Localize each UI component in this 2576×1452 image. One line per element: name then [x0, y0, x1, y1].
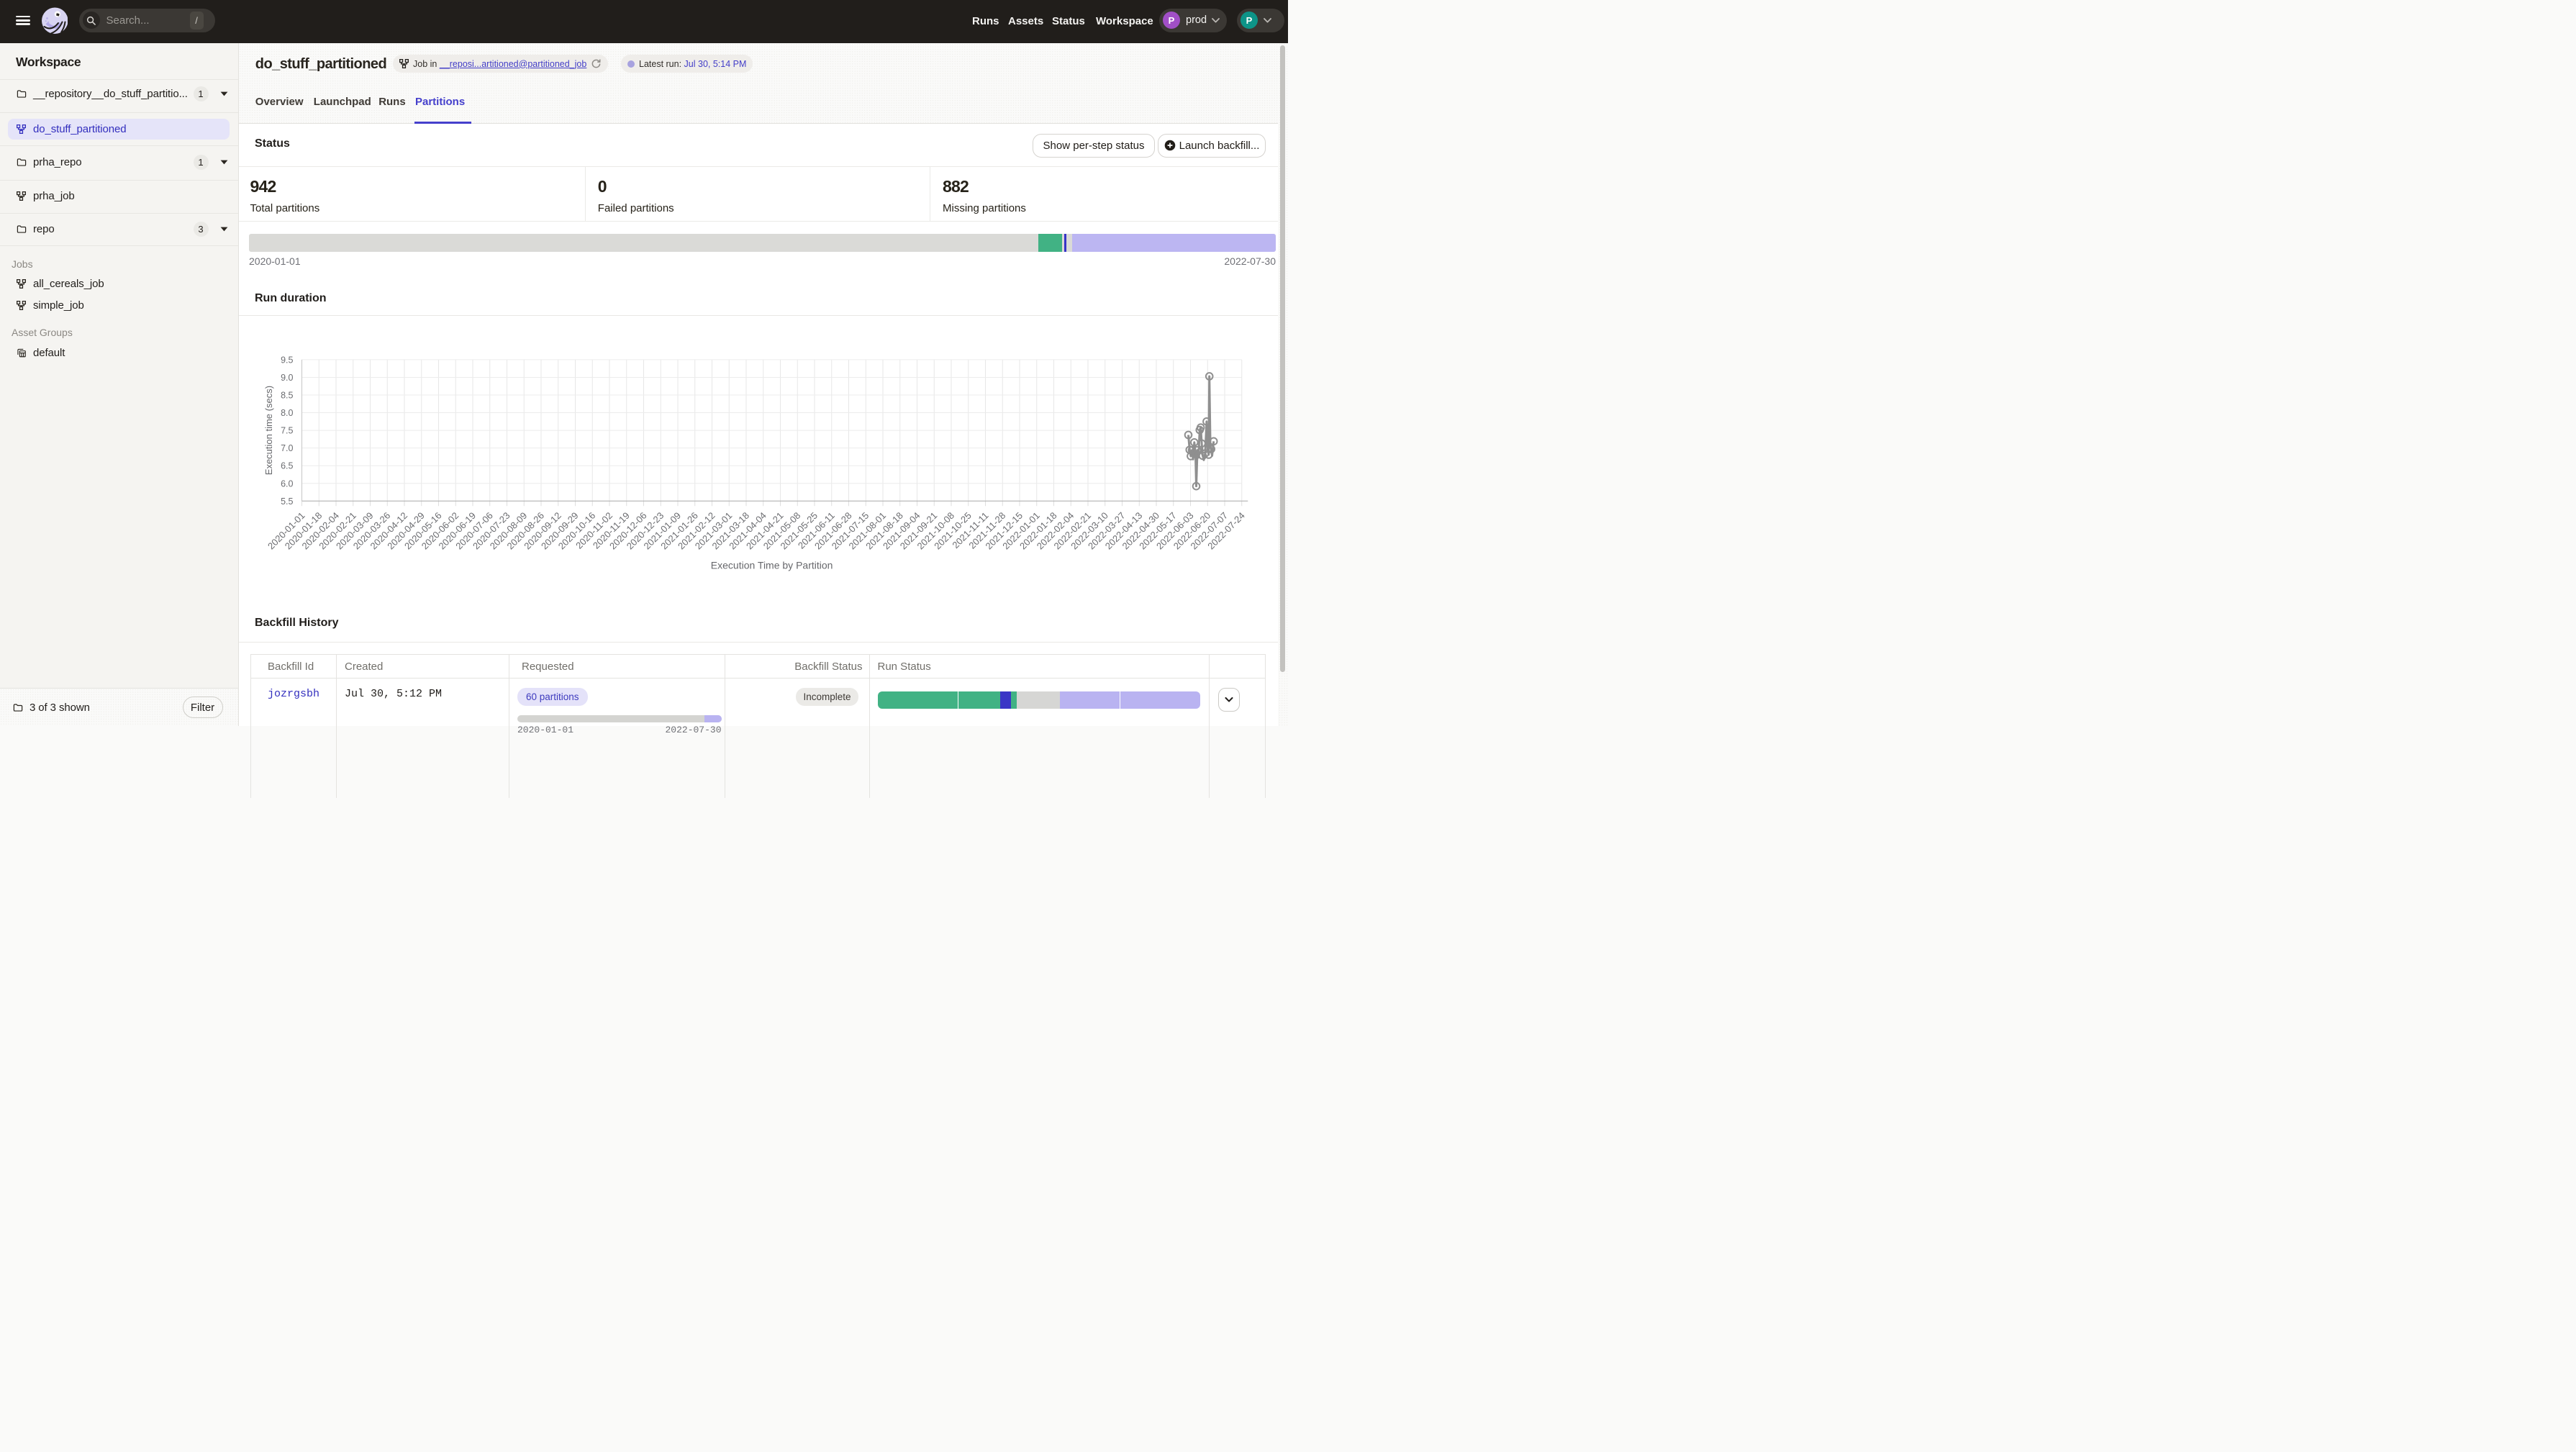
svg-text:7.0: 7.0 — [281, 443, 293, 453]
svg-text:9.5: 9.5 — [281, 355, 293, 365]
svg-text:6.0: 6.0 — [281, 478, 293, 489]
svg-text:Execution Time by Partition: Execution Time by Partition — [710, 559, 833, 571]
svg-text:7.5: 7.5 — [281, 425, 293, 435]
svg-text:8.0: 8.0 — [281, 408, 293, 418]
svg-text:9.0: 9.0 — [281, 373, 293, 383]
svg-text:6.5: 6.5 — [281, 460, 293, 471]
svg-text:Execution time (secs): Execution time (secs) — [263, 386, 274, 475]
svg-text:8.5: 8.5 — [281, 390, 293, 400]
svg-text:5.5: 5.5 — [281, 496, 293, 506]
